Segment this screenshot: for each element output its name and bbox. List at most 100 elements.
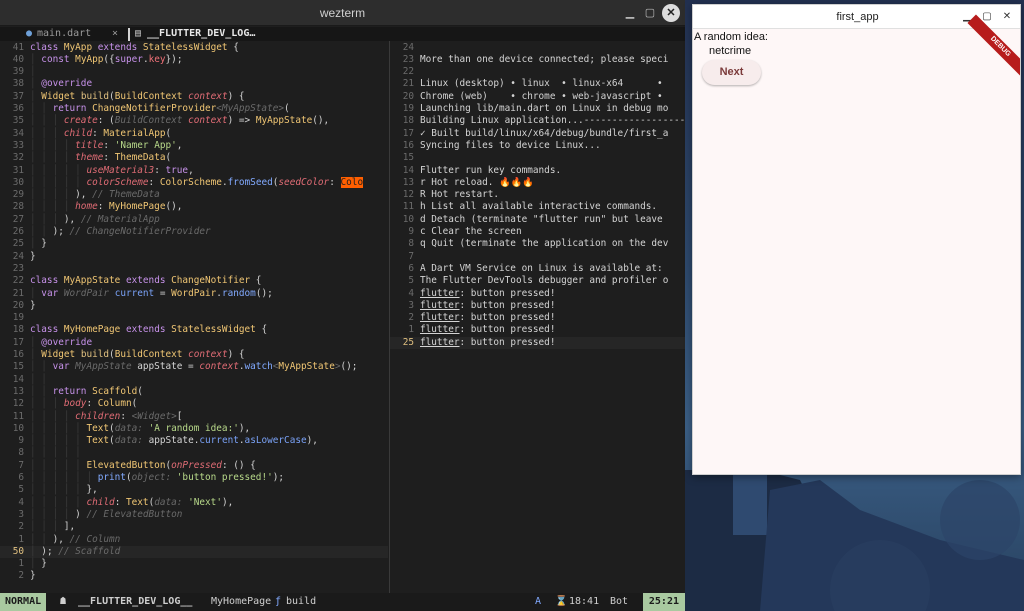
line-number: 17 bbox=[12, 336, 24, 348]
line-number: 37 bbox=[12, 90, 24, 102]
line-number: 16 bbox=[402, 139, 414, 151]
code-token: Text bbox=[86, 422, 110, 434]
code-line[interactable]: 1 │ } bbox=[0, 558, 388, 570]
tab-close-icon[interactable]: × bbox=[112, 28, 118, 41]
terminal-line: 4 flutter: button pressed! bbox=[390, 288, 685, 300]
code-line[interactable]: 9 │ │ │ │ │ Text(data: appState.current.a… bbox=[0, 435, 388, 447]
code-token: : ( bbox=[97, 115, 115, 127]
code-token: } bbox=[41, 238, 47, 250]
code-line[interactable]: 4 │ │ │ │ │ child: Text(data: 'Next'), bbox=[0, 497, 388, 509]
code-line[interactable]: 23 bbox=[0, 263, 388, 275]
code-line[interactable]: 10 │ │ │ │ │ Text(data: 'A random idea:')… bbox=[0, 423, 388, 435]
code-token: │ │ │ │ bbox=[30, 152, 76, 164]
breadcrumb-class: MyHomePage bbox=[211, 596, 272, 607]
line-number: 32 bbox=[12, 152, 24, 164]
code-line[interactable]: 1 │ │ ), // Column bbox=[0, 534, 388, 546]
maximize-icon[interactable]: ▢ bbox=[641, 4, 659, 22]
terminal-line: 12 R Hot restart. bbox=[390, 189, 685, 201]
code-line[interactable]: 5 │ │ │ │ │ }, bbox=[0, 484, 388, 496]
code-line[interactable]: 31 │ │ │ │ │ useMaterial3: true, bbox=[0, 165, 388, 177]
terminal-line: 7 bbox=[390, 251, 685, 263]
line-number: 39 bbox=[12, 66, 24, 78]
code-line[interactable]: 28 │ │ │ │ home: MyHomePage(), bbox=[0, 201, 388, 213]
code-token: : () { bbox=[221, 459, 256, 471]
code-line[interactable]: 35 │ │ │ create: (BuildContext context) =… bbox=[0, 115, 388, 127]
code-line[interactable]: 12 │ │ │ body: Column( bbox=[0, 398, 388, 410]
tab-flutter-dev-log[interactable]: __FLUTTER_DEV_LOG… bbox=[147, 28, 255, 41]
code-token: Widget bbox=[41, 349, 81, 360]
code-line[interactable]: 2 │ │ │ ], bbox=[0, 521, 388, 533]
code-line[interactable]: 37 │ Widget build(BuildContext context) { bbox=[0, 91, 388, 103]
code-token: true bbox=[165, 164, 189, 176]
line-number: 12 bbox=[402, 189, 414, 201]
code-token: colorScheme bbox=[86, 176, 149, 188]
code-line[interactable]: 8 │ │ │ │ │ bbox=[0, 447, 388, 459]
code-line[interactable]: 25 │ } bbox=[0, 238, 388, 250]
line-number: 21 bbox=[402, 78, 414, 90]
close-icon[interactable]: ✕ bbox=[662, 4, 680, 22]
code-line[interactable]: 27 │ │ │ ), // MaterialApp bbox=[0, 214, 388, 226]
tab-main-dart[interactable]: main.dart bbox=[37, 28, 91, 41]
code-token: │ │ │ │ bbox=[30, 508, 76, 520]
code-line[interactable]: 21 │ var WordPair current = WordPair.rand… bbox=[0, 288, 388, 300]
line-number: 12 bbox=[12, 398, 24, 410]
code-token: Column bbox=[97, 398, 132, 410]
code-token: context bbox=[188, 349, 228, 360]
line-number: 4 bbox=[408, 287, 414, 299]
code-token: │ bbox=[30, 349, 42, 360]
code-token: context bbox=[199, 361, 239, 373]
code-token: useMaterial3 bbox=[86, 164, 155, 176]
code-line[interactable]: 14 │ │ bbox=[0, 374, 388, 386]
code-line[interactable]: 50 │ ); // Scaffold bbox=[0, 545, 388, 559]
code-line[interactable]: 26 │ │ ); // ChangeNotifierProvider bbox=[0, 226, 388, 238]
code-line[interactable]: 33 │ │ │ │ title: 'Namer App', bbox=[0, 140, 388, 152]
code-line[interactable]: 2} bbox=[0, 570, 388, 582]
code-line[interactable]: 18 class MyHomePage extends StatelessWidg… bbox=[0, 324, 388, 336]
code-token: │ │ │ │ │ bbox=[30, 484, 87, 496]
statusline: NORMAL ☗ __FLUTTER_DEV_LOG__ MyHomePage … bbox=[0, 593, 685, 611]
code-line[interactable]: 16 │ Widget build(BuildContext context) { bbox=[0, 349, 388, 361]
code-line[interactable]: 19 bbox=[0, 312, 388, 324]
terminal-log-pane[interactable]: 24 23 More than one device connected; plea… bbox=[389, 41, 685, 593]
clock-icon: ⌛ bbox=[555, 596, 568, 607]
function-icon: ƒ bbox=[275, 596, 282, 607]
wezterm-titlebar[interactable]: wezterm ▁ ▢ ✕ bbox=[0, 0, 685, 26]
code-line[interactable]: 3 │ │ │ │ ) // ElevatedButton bbox=[0, 509, 388, 521]
line-number: 41 bbox=[12, 41, 24, 53]
code-line[interactable]: 40 │ const MyApp({super.key}); bbox=[0, 54, 388, 66]
minimize-icon[interactable]: ▁ bbox=[621, 4, 639, 22]
code-line[interactable]: 38 │ @override bbox=[0, 78, 388, 90]
code-line[interactable]: 13 │ │ return Scaffold( bbox=[0, 386, 388, 398]
line-number: 24 bbox=[402, 41, 414, 53]
line-number: 7 bbox=[18, 459, 24, 471]
line-number: 1 bbox=[18, 558, 24, 570]
code-line[interactable]: 32 │ │ │ │ theme: ThemeData( bbox=[0, 152, 388, 164]
code-line[interactable]: 7 │ │ │ │ │ ElevatedButton(onPressed: () … bbox=[0, 460, 388, 472]
code-line[interactable]: 36 │ │ return ChangeNotifierProvider<MyAp… bbox=[0, 103, 388, 115]
code-line[interactable]: 29 │ │ │ │ ), // ThemeData bbox=[0, 189, 388, 201]
code-token: │ │ │ │ bbox=[30, 410, 76, 422]
code-line[interactable]: 41 class MyApp extends StatelessWidget { bbox=[0, 42, 388, 54]
code-line[interactable]: 11 │ │ │ │ children: <Widget>[ bbox=[0, 411, 388, 423]
code-line[interactable]: 30 │ │ │ │ │ colorScheme: ColorScheme.fro… bbox=[0, 176, 388, 189]
code-line[interactable]: 15 │ │ var MyAppState appState = context.… bbox=[0, 361, 388, 373]
code-token: │ bbox=[30, 78, 42, 90]
line-number: 28 bbox=[12, 201, 24, 213]
terminal-line: 6 A Dart VM Service on Linux is available… bbox=[390, 263, 685, 275]
code-line[interactable]: 17 │ @override bbox=[0, 337, 388, 349]
terminal-text: Chrome (web) • chrome • web-javascript • bbox=[420, 90, 663, 102]
code-line[interactable]: 24} bbox=[0, 251, 388, 263]
next-button[interactable]: Next bbox=[702, 60, 761, 85]
close-icon[interactable]: ✕ bbox=[1000, 10, 1014, 24]
line-number: 13 bbox=[12, 385, 24, 397]
terminal-line: 11 h List all available interactive comma… bbox=[390, 201, 685, 213]
code-line[interactable]: 20} bbox=[0, 300, 388, 312]
code-token: Text bbox=[86, 435, 110, 447]
code-line[interactable]: 6 │ │ │ │ │ │ print(object: 'button press… bbox=[0, 472, 388, 484]
code-line[interactable]: 34 │ │ │ child: MaterialApp( bbox=[0, 128, 388, 140]
code-token: ( bbox=[165, 127, 172, 139]
code-line[interactable]: 39 │ bbox=[0, 66, 388, 78]
code-editor-pane[interactable]: 41 class MyApp extends StatelessWidget {4… bbox=[0, 41, 388, 593]
code-line[interactable]: 22 class MyAppState extends ChangeNotifie… bbox=[0, 275, 388, 287]
code-token: ({ bbox=[103, 53, 115, 65]
